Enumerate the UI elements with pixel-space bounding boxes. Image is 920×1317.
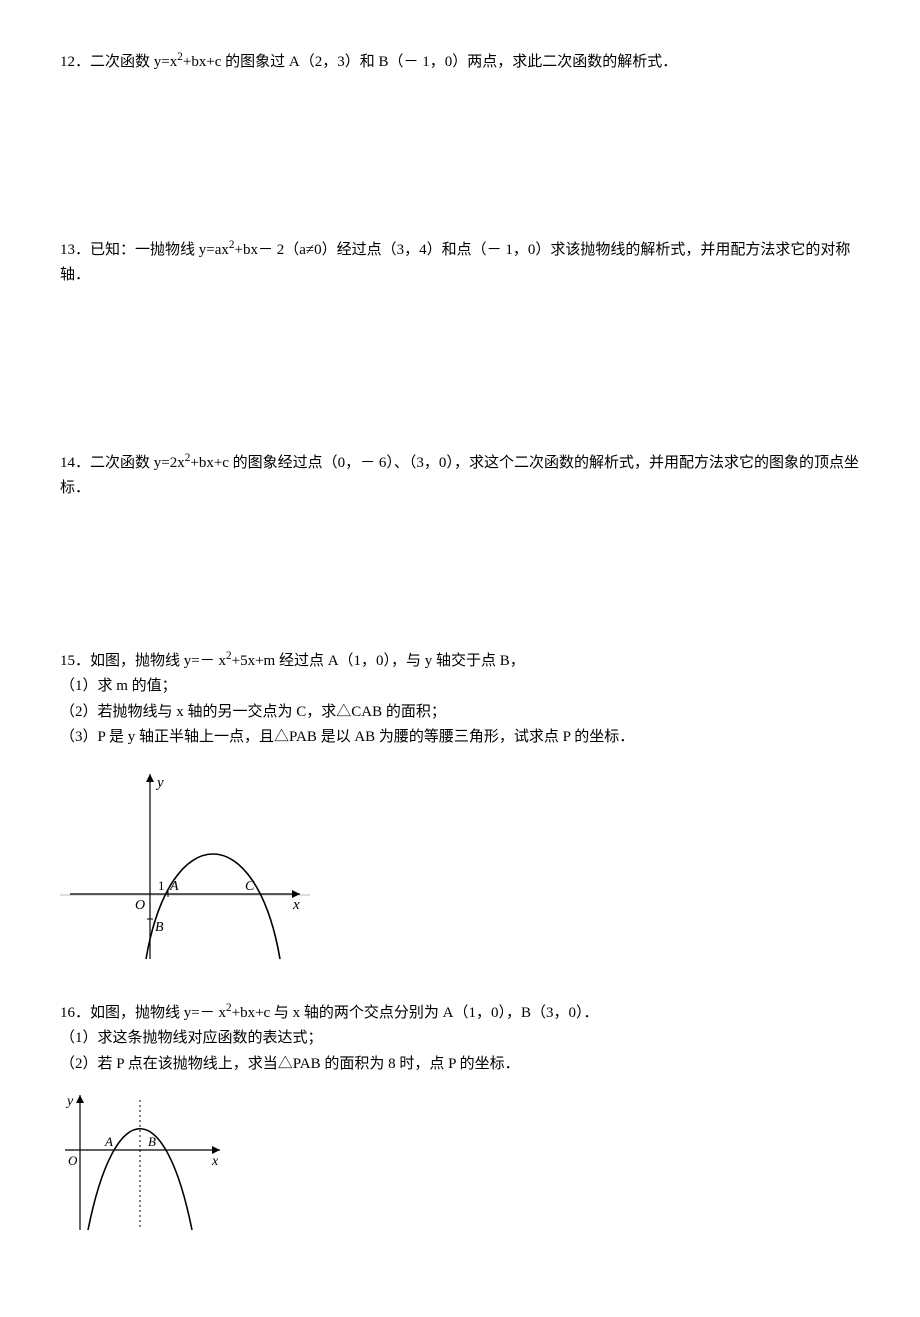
- sub-question-2: （2）若 P 点在该抛物线上，求当△PAB 的面积为 8 时，点 P 的坐标．: [60, 1052, 860, 1078]
- x-axis-label: x: [211, 1154, 219, 1169]
- point-A-label: A: [104, 1134, 113, 1149]
- figure-q15: y x O 1 A C B: [60, 759, 860, 969]
- question-text: +bx+c 的图象过 A（2，3）和 B（－ 1，0）两点，求此二次函数的解析式…: [183, 54, 677, 70]
- question-text: +bx+c 与 x 轴的两个交点分别为 A（1，0），B（3，0）．: [232, 1005, 599, 1021]
- figure-q16: y x O A B: [60, 1085, 860, 1235]
- sub-question-3: （3）P 是 y 轴正半轴上一点，且△PAB 是以 AB 为腰的等腰三角形，试求…: [60, 725, 860, 751]
- question-number: 15．: [60, 653, 90, 669]
- x-axis-label: x: [292, 897, 300, 913]
- spacer: [60, 534, 860, 649]
- origin-label: O: [68, 1153, 78, 1168]
- sub-question-2: （2）若抛物线与 x 轴的另一交点为 C，求△CAB 的面积；: [60, 700, 860, 726]
- parabola-graph-icon: y x O A B: [60, 1085, 230, 1235]
- parabola-graph-icon: y x O 1 A C B: [60, 759, 310, 969]
- point-C-label: C: [245, 879, 255, 894]
- question-text: 已知：一抛物线 y=ax: [90, 242, 229, 258]
- y-axis-label: y: [155, 775, 164, 791]
- y-axis-label: y: [65, 1094, 74, 1109]
- question-number: 14．: [60, 455, 90, 471]
- question-number: 12．: [60, 54, 90, 70]
- tick-one: 1: [158, 878, 165, 893]
- origin-label: O: [135, 898, 145, 913]
- question-number: 16．: [60, 1005, 90, 1021]
- spacer: [60, 321, 860, 451]
- question-number: 13．: [60, 242, 90, 258]
- question-text: 二次函数 y=2x: [90, 455, 185, 471]
- point-B-label: B: [148, 1134, 156, 1149]
- question-text: +5x+m 经过点 A（1，0），与 y 轴交于点 B，: [232, 653, 525, 669]
- question-16: 16．如图，抛物线 y=－ x2+bx+c 与 x 轴的两个交点分别为 A（1，…: [60, 1001, 860, 1236]
- question-15: 15．如图，抛物线 y=－ x2+5x+m 经过点 A（1，0），与 y 轴交于…: [60, 649, 860, 969]
- question-12: 12．二次函数 y=x2+bx+c 的图象过 A（2，3）和 B（－ 1，0）两…: [60, 50, 860, 76]
- spacer: [60, 108, 860, 238]
- question-text: 如图，抛物线 y=－ x: [90, 653, 226, 669]
- sub-question-1: （1）求 m 的值；: [60, 674, 860, 700]
- question-14: 14．二次函数 y=2x2+bx+c 的图象经过点（0，－ 6）、（3，0），求…: [60, 451, 860, 502]
- question-text: 二次函数 y=x: [90, 54, 177, 70]
- point-A-label: A: [169, 879, 179, 894]
- question-text: 如图，抛物线 y=－ x: [90, 1005, 226, 1021]
- sub-question-1: （1）求这条抛物线对应函数的表达式；: [60, 1026, 860, 1052]
- question-13: 13．已知：一抛物线 y=ax2+bx－ 2（a≠0）经过点（3，4）和点（－ …: [60, 238, 860, 289]
- point-B-label: B: [155, 920, 164, 935]
